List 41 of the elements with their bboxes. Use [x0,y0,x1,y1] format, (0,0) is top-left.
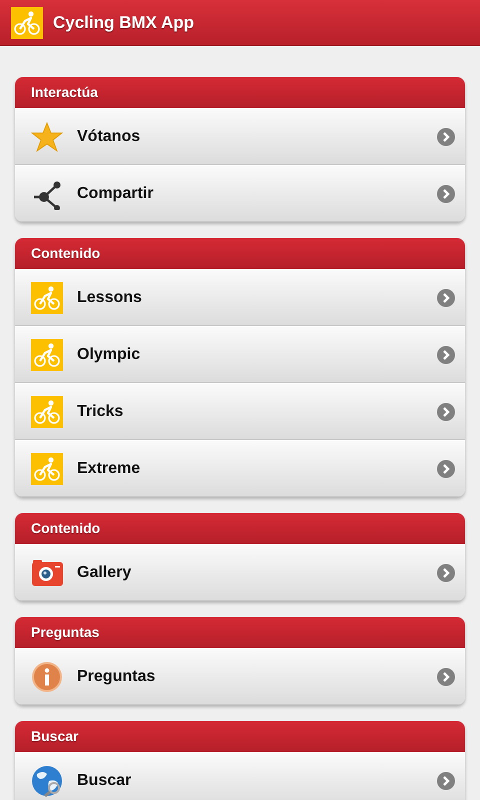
cyclist-icon [31,282,63,314]
chevron-icon [437,128,455,146]
menu-item[interactable]: Vótanos [15,108,465,165]
item-label: Vótanos [77,126,142,146]
app-title: Cycling BMX App [53,12,194,34]
section-header: Contenido [15,238,465,269]
menu-item[interactable]: Olympic [15,326,465,383]
chevron-icon [437,402,455,420]
item-label: Olympic [77,344,142,364]
section-header: Interactúa [15,77,465,108]
item-label: Buscar [77,770,132,790]
item-label: Gallery [77,562,132,582]
menu-item[interactable]: Gallery [15,544,465,601]
menu-item[interactable]: Tricks [15,383,465,440]
menu-item[interactable]: Buscar [15,752,465,800]
menu-item[interactable]: Compartir [15,165,465,222]
chevron-icon [437,346,455,364]
star-icon [31,120,63,152]
chevron-icon [437,184,455,202]
section-header: Preguntas [15,617,465,648]
item-label: Preguntas [77,666,156,686]
menu-item[interactable]: Lessons [15,269,465,326]
chevron-icon [437,564,455,582]
menu-item[interactable]: Extreme [15,440,465,497]
cyclist-icon [31,338,63,370]
info-icon [31,660,63,692]
chevron-icon [437,668,455,686]
section-header: Contenido [15,513,465,544]
menu-item[interactable]: Preguntas [15,648,465,705]
cyclist-icon [31,452,63,484]
item-label: Tricks [77,402,124,422]
item-label: Compartir [77,184,154,204]
item-label: Lessons [77,288,143,308]
chevron-icon [437,288,455,306]
item-label: Extreme [77,458,142,478]
chevron-icon [437,460,455,478]
chevron-icon [437,772,455,790]
section-header: Buscar [15,721,465,752]
globe-icon [31,764,63,796]
cyclist-icon [31,396,63,428]
cyclist-icon [11,6,43,38]
